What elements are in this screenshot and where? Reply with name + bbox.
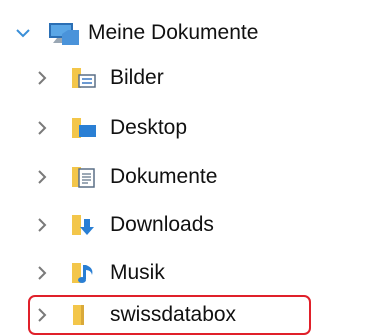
- tree-item-label: Dokumente: [110, 165, 218, 188]
- desktop-folder-icon: [72, 118, 96, 138]
- tree-item-label: Bilder: [110, 66, 164, 89]
- folder-icon: [73, 305, 84, 325]
- documents-folder-icon: [72, 167, 95, 188]
- tree-item-swissdatabox[interactable]: swissdatabox: [0, 293, 381, 336]
- tree-item-label: Meine Dokumente: [88, 21, 259, 44]
- music-folder-icon: [72, 263, 93, 283]
- tree-item-musik[interactable]: Musik: [0, 251, 381, 295]
- pictures-folder-icon: [72, 68, 96, 88]
- tree-item-desktop[interactable]: Desktop: [0, 106, 381, 150]
- tree-item-dokumente[interactable]: Dokumente: [0, 155, 381, 199]
- tree-item-label: Desktop: [110, 116, 188, 139]
- computer-documents-icon: [49, 23, 79, 45]
- tree-item-label: Musik: [110, 261, 165, 284]
- tree-item-label: swissdatabox: [110, 303, 237, 326]
- downloads-folder-icon: [72, 215, 94, 235]
- chevron-right-icon[interactable]: [33, 216, 51, 234]
- chevron-right-icon[interactable]: [33, 264, 51, 282]
- chevron-down-icon[interactable]: [14, 24, 32, 42]
- tree-item-meine-dokumente[interactable]: Meine Dokumente: [0, 11, 381, 55]
- chevron-right-icon[interactable]: [33, 119, 51, 137]
- tree-item-bilder[interactable]: Bilder: [0, 56, 381, 100]
- chevron-right-icon[interactable]: [33, 306, 51, 324]
- chevron-right-icon[interactable]: [33, 69, 51, 87]
- tree-item-label: Downloads: [110, 213, 214, 236]
- folder-tree: Meine Dokumente Bilder Desktop Dokumente…: [0, 0, 381, 336]
- tree-item-downloads[interactable]: Downloads: [0, 203, 381, 247]
- chevron-right-icon[interactable]: [33, 168, 51, 186]
